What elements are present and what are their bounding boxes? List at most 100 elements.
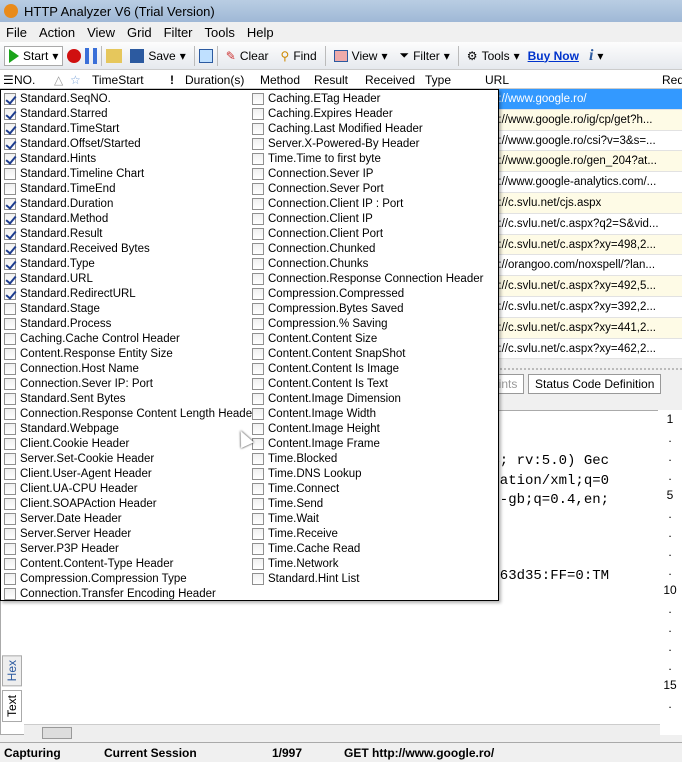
column-option[interactable]: Connection.Response Content Length Heade… [1, 406, 256, 421]
column-option[interactable]: Time.Connect [249, 481, 483, 496]
column-option[interactable]: Server.Set-Cookie Header [1, 451, 256, 466]
checkbox[interactable] [4, 467, 16, 480]
checkbox[interactable] [252, 227, 264, 240]
checkbox[interactable] [252, 242, 264, 255]
clear-button[interactable]: ✎ Clear [222, 47, 273, 65]
checkbox[interactable] [252, 152, 264, 165]
column-option[interactable]: Content.Content-Type Header [1, 556, 256, 571]
column-option[interactable]: Content.Image Dimension [249, 391, 483, 406]
checkbox[interactable] [4, 542, 16, 555]
menu-action[interactable]: Action [33, 25, 81, 40]
column-option[interactable]: Caching.Expires Header [249, 106, 483, 121]
column-option[interactable]: Connection.Transfer Encoding Header [1, 586, 256, 601]
column-option[interactable]: Content.Content Is Text [249, 376, 483, 391]
column-url[interactable]: URL [485, 73, 509, 87]
column-redirect[interactable]: Red [662, 73, 682, 87]
star-icon[interactable]: ☆ [70, 73, 81, 87]
export-icon[interactable] [198, 48, 213, 63]
checkbox[interactable] [252, 287, 264, 300]
column-option[interactable]: Standard.Timeline Chart [1, 166, 256, 181]
column-option[interactable]: Standard.TimeEnd [1, 181, 256, 196]
column-option[interactable]: Standard.Hint List [249, 571, 483, 586]
column-option[interactable]: Standard.Stage [1, 301, 256, 316]
menu-tools[interactable]: Tools [199, 25, 241, 40]
column-option[interactable]: Time.Send [249, 496, 483, 511]
checkbox[interactable] [4, 302, 16, 315]
checkbox[interactable] [4, 107, 16, 120]
checkbox[interactable] [252, 167, 264, 180]
checkbox[interactable] [4, 167, 16, 180]
column-option[interactable]: Standard.Method [1, 211, 256, 226]
horizontal-scrollbar[interactable] [24, 724, 660, 740]
column-option[interactable]: Standard.Process [1, 316, 256, 331]
checkbox[interactable] [252, 92, 264, 105]
column-option[interactable]: Connection.Client IP [249, 211, 483, 226]
column-option[interactable]: Standard.Hints [1, 151, 256, 166]
column-option[interactable]: Time.Network [249, 556, 483, 571]
checkbox[interactable] [252, 377, 264, 390]
checkbox[interactable] [4, 347, 16, 360]
stop-icon[interactable] [67, 48, 82, 63]
checkbox[interactable] [4, 392, 16, 405]
checkbox[interactable] [4, 212, 16, 225]
column-option[interactable]: Content.Response Entity Size [1, 346, 256, 361]
checkbox[interactable] [252, 137, 264, 150]
column-option[interactable]: Connection.Client Port [249, 226, 483, 241]
checkbox[interactable] [252, 122, 264, 135]
column-option[interactable]: Compression.Bytes Saved [249, 301, 483, 316]
checkbox[interactable] [4, 377, 16, 390]
column-option[interactable]: Client.Cookie Header [1, 436, 256, 451]
column-option[interactable]: Time.DNS Lookup [249, 466, 483, 481]
filter-button[interactable]: ⏷ Filter ▾ [395, 46, 453, 65]
column-option[interactable]: Standard.Starred [1, 106, 256, 121]
checkbox[interactable] [4, 512, 16, 525]
column-option[interactable]: Connection.Sever IP: Port [1, 376, 256, 391]
checkbox[interactable] [252, 452, 264, 465]
column-option[interactable]: Client.SOAPAction Header [1, 496, 256, 511]
menu-view[interactable]: View [81, 25, 121, 40]
checkbox[interactable] [252, 347, 264, 360]
checkbox[interactable] [4, 317, 16, 330]
checkbox[interactable] [4, 422, 16, 435]
checkbox[interactable] [4, 152, 16, 165]
tab-text[interactable]: Text [2, 690, 22, 723]
column-option[interactable]: Standard.Type [1, 256, 256, 271]
checkbox[interactable] [4, 287, 16, 300]
menu-filter[interactable]: Filter [158, 25, 199, 40]
checkbox[interactable] [252, 392, 264, 405]
column-option[interactable]: Client.UA-CPU Header [1, 481, 256, 496]
checkbox[interactable] [4, 362, 16, 375]
checkbox[interactable] [4, 242, 16, 255]
column-option[interactable]: Connection.Response Connection Header [249, 271, 483, 286]
menu-grid[interactable]: Grid [121, 25, 158, 40]
pause-icon[interactable] [85, 47, 98, 64]
column-method[interactable]: Method [260, 73, 300, 87]
column-option[interactable]: Content.Image Frame [249, 436, 483, 451]
column-option[interactable]: Connection.Sever IP [249, 166, 483, 181]
column-option[interactable]: Compression.Compression Type [1, 571, 256, 586]
checkbox[interactable] [252, 527, 264, 540]
checkbox[interactable] [4, 272, 16, 285]
save-button[interactable]: Save ▾ [126, 47, 189, 65]
column-option[interactable]: Content.Image Width [249, 406, 483, 421]
checkbox[interactable] [252, 482, 264, 495]
checkbox[interactable] [252, 467, 264, 480]
column-option[interactable]: Standard.Webpage [1, 421, 256, 436]
column-option[interactable]: Content.Content Size [249, 331, 483, 346]
buy-now-link[interactable]: Buy Now [528, 49, 579, 63]
column-option[interactable]: Compression.% Saving [249, 316, 483, 331]
checkbox[interactable] [252, 497, 264, 510]
tools-button[interactable]: ⚙ Tools ▾ [463, 47, 524, 65]
start-button[interactable]: Start ▾ [4, 45, 64, 66]
checkbox[interactable] [4, 482, 16, 495]
checkbox[interactable] [252, 557, 264, 570]
tab-status-code-definition[interactable]: Status Code Definition [528, 374, 662, 394]
checkbox[interactable] [252, 212, 264, 225]
column-option[interactable]: Connection.Host Name [1, 361, 256, 376]
checkbox[interactable] [252, 512, 264, 525]
checkbox[interactable] [4, 257, 16, 270]
column-option[interactable]: Content.Content Is Image [249, 361, 483, 376]
column-option[interactable]: Standard.Sent Bytes [1, 391, 256, 406]
checkbox[interactable] [4, 197, 16, 210]
column-option[interactable]: Standard.Result [1, 226, 256, 241]
